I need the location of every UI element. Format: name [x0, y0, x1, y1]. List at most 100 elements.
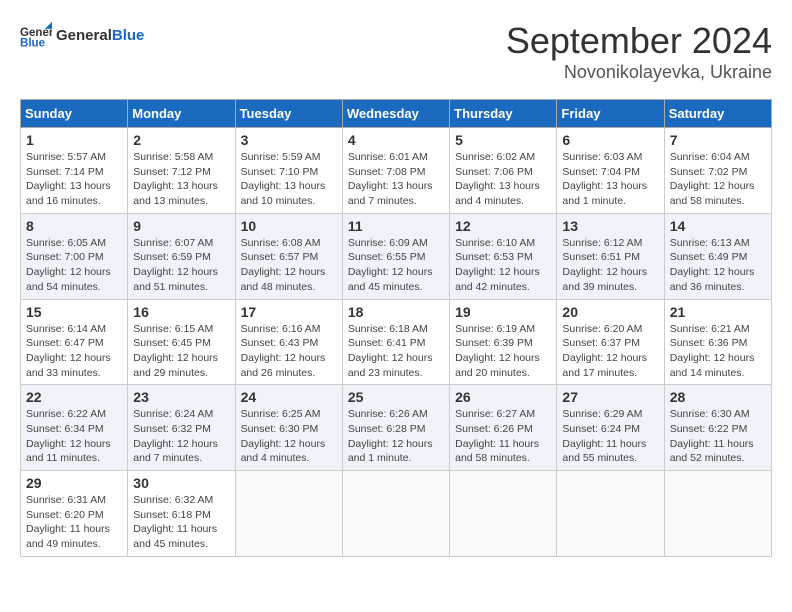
day-info: Sunrise: 6:13 AMSunset: 6:49 PMDaylight:…	[670, 236, 766, 295]
calendar-cell: 1Sunrise: 5:57 AMSunset: 7:14 PMDaylight…	[21, 128, 128, 214]
calendar-cell: 23 Sunrise: 6:24 AMSunset: 6:32 PMDayligh…	[128, 385, 235, 471]
calendar-cell: 30 Sunrise: 6:32 AMSunset: 6:18 PMDayligh…	[128, 471, 235, 557]
day-number: 7	[670, 132, 766, 148]
day-info: Sunrise: 6:09 AMSunset: 6:55 PMDaylight:…	[348, 236, 444, 295]
day-number: 15	[26, 304, 122, 320]
day-number: 25	[348, 389, 444, 405]
calendar-cell: 14Sunrise: 6:13 AMSunset: 6:49 PMDayligh…	[664, 213, 771, 299]
day-number: 18	[348, 304, 444, 320]
calendar-cell: 25 Sunrise: 6:26 AMSunset: 6:28 PMDayligh…	[342, 385, 449, 471]
calendar-cell: 5 Sunrise: 6:02 AMSunset: 7:06 PMDaylight…	[450, 128, 557, 214]
day-number: 19	[455, 304, 551, 320]
day-number: 26	[455, 389, 551, 405]
calendar-cell: 16Sunrise: 6:15 AMSunset: 6:45 PMDayligh…	[128, 299, 235, 385]
weekday-header: Tuesday	[235, 100, 342, 128]
day-info: Sunrise: 6:30 AMSunset: 6:22 PMDaylight:…	[670, 407, 766, 466]
calendar-cell: 11 Sunrise: 6:09 AMSunset: 6:55 PMDayligh…	[342, 213, 449, 299]
calendar-cell: 2 Sunrise: 5:58 AMSunset: 7:12 PMDaylight…	[128, 128, 235, 214]
day-number: 11	[348, 218, 444, 234]
month-title: September 2024	[506, 20, 772, 62]
calendar-cell: 29 Sunrise: 6:31 AMSunset: 6:20 PMDayligh…	[21, 471, 128, 557]
day-info: Sunrise: 6:20 AMSunset: 6:37 PMDaylight:…	[562, 322, 658, 381]
day-number: 3	[241, 132, 337, 148]
weekday-header: Saturday	[664, 100, 771, 128]
day-info: Sunrise: 6:18 AMSunset: 6:41 PMDaylight:…	[348, 322, 444, 381]
calendar-cell: 13 Sunrise: 6:12 AMSunset: 6:51 PMDayligh…	[557, 213, 664, 299]
title-block: September 2024 Novonikolayevka, Ukraine	[506, 20, 772, 83]
calendar-cell: 6 Sunrise: 6:03 AMSunset: 7:04 PMDaylight…	[557, 128, 664, 214]
location-title: Novonikolayevka, Ukraine	[506, 62, 772, 83]
day-info: Sunrise: 6:05 AMSunset: 7:00 PMDaylight:…	[26, 236, 122, 295]
calendar-cell: 15 Sunrise: 6:14 AMSunset: 6:47 PMDayligh…	[21, 299, 128, 385]
day-info: Sunrise: 5:59 AMSunset: 7:10 PMDaylight:…	[241, 150, 337, 209]
logo-icon: General Blue	[20, 20, 52, 52]
svg-text:Blue: Blue	[20, 38, 46, 50]
calendar-week-row: 1Sunrise: 5:57 AMSunset: 7:14 PMDaylight…	[21, 128, 772, 214]
calendar-table: SundayMondayTuesdayWednesdayThursdayFrid…	[20, 99, 772, 557]
calendar-cell: 20 Sunrise: 6:20 AMSunset: 6:37 PMDayligh…	[557, 299, 664, 385]
weekday-header-row: SundayMondayTuesdayWednesdayThursdayFrid…	[21, 100, 772, 128]
day-number: 23	[133, 389, 229, 405]
day-info: Sunrise: 5:58 AMSunset: 7:12 PMDaylight:…	[133, 150, 229, 209]
day-info: Sunrise: 6:29 AMSunset: 6:24 PMDaylight:…	[562, 407, 658, 466]
day-info: Sunrise: 6:19 AMSunset: 6:39 PMDaylight:…	[455, 322, 551, 381]
calendar-cell	[557, 471, 664, 557]
weekday-header: Monday	[128, 100, 235, 128]
calendar-cell	[450, 471, 557, 557]
day-info: Sunrise: 6:15 AMSunset: 6:45 PMDaylight:…	[133, 322, 229, 381]
day-info: Sunrise: 6:04 AMSunset: 7:02 PMDaylight:…	[670, 150, 766, 209]
day-info: Sunrise: 6:32 AMSunset: 6:18 PMDaylight:…	[133, 493, 229, 552]
calendar-cell: 7 Sunrise: 6:04 AMSunset: 7:02 PMDaylight…	[664, 128, 771, 214]
page-header: General Blue GeneralBlue September 2024 …	[20, 20, 772, 83]
day-number: 4	[348, 132, 444, 148]
day-info: Sunrise: 6:01 AMSunset: 7:08 PMDaylight:…	[348, 150, 444, 209]
weekday-header: Friday	[557, 100, 664, 128]
day-number: 28	[670, 389, 766, 405]
calendar-cell: 12Sunrise: 6:10 AMSunset: 6:53 PMDayligh…	[450, 213, 557, 299]
day-info: Sunrise: 6:16 AMSunset: 6:43 PMDaylight:…	[241, 322, 337, 381]
day-info: Sunrise: 6:14 AMSunset: 6:47 PMDaylight:…	[26, 322, 122, 381]
calendar-cell: 27 Sunrise: 6:29 AMSunset: 6:24 PMDayligh…	[557, 385, 664, 471]
calendar-cell: 10Sunrise: 6:08 AMSunset: 6:57 PMDayligh…	[235, 213, 342, 299]
day-info: Sunrise: 6:08 AMSunset: 6:57 PMDaylight:…	[241, 236, 337, 295]
day-number: 17	[241, 304, 337, 320]
day-number: 27	[562, 389, 658, 405]
day-info: Sunrise: 6:24 AMSunset: 6:32 PMDaylight:…	[133, 407, 229, 466]
day-number: 9	[133, 218, 229, 234]
day-number: 1	[26, 132, 122, 148]
day-info: Sunrise: 6:07 AMSunset: 6:59 PMDaylight:…	[133, 236, 229, 295]
day-number: 6	[562, 132, 658, 148]
calendar-week-row: 8Sunrise: 6:05 AMSunset: 7:00 PMDaylight…	[21, 213, 772, 299]
day-number: 13	[562, 218, 658, 234]
calendar-cell: 4 Sunrise: 6:01 AMSunset: 7:08 PMDaylight…	[342, 128, 449, 214]
logo: General Blue GeneralBlue	[20, 20, 144, 52]
calendar-cell	[664, 471, 771, 557]
day-info: Sunrise: 6:12 AMSunset: 6:51 PMDaylight:…	[562, 236, 658, 295]
weekday-header: Wednesday	[342, 100, 449, 128]
day-number: 5	[455, 132, 551, 148]
day-info: Sunrise: 6:02 AMSunset: 7:06 PMDaylight:…	[455, 150, 551, 209]
calendar-cell: 21 Sunrise: 6:21 AMSunset: 6:36 PMDayligh…	[664, 299, 771, 385]
day-info: Sunrise: 6:26 AMSunset: 6:28 PMDaylight:…	[348, 407, 444, 466]
weekday-header: Sunday	[21, 100, 128, 128]
calendar-cell: 19 Sunrise: 6:19 AMSunset: 6:39 PMDayligh…	[450, 299, 557, 385]
day-number: 20	[562, 304, 658, 320]
day-number: 30	[133, 475, 229, 491]
day-info: Sunrise: 6:31 AMSunset: 6:20 PMDaylight:…	[26, 493, 122, 552]
calendar-cell: 26Sunrise: 6:27 AMSunset: 6:26 PMDayligh…	[450, 385, 557, 471]
day-number: 12	[455, 218, 551, 234]
calendar-cell	[342, 471, 449, 557]
calendar-week-row: 29 Sunrise: 6:31 AMSunset: 6:20 PMDayligh…	[21, 471, 772, 557]
calendar-cell	[235, 471, 342, 557]
day-info: Sunrise: 6:21 AMSunset: 6:36 PMDaylight:…	[670, 322, 766, 381]
day-info: Sunrise: 6:03 AMSunset: 7:04 PMDaylight:…	[562, 150, 658, 209]
day-number: 21	[670, 304, 766, 320]
day-number: 2	[133, 132, 229, 148]
day-number: 29	[26, 475, 122, 491]
calendar-cell: 3 Sunrise: 5:59 AMSunset: 7:10 PMDaylight…	[235, 128, 342, 214]
calendar-week-row: 22Sunrise: 6:22 AMSunset: 6:34 PMDayligh…	[21, 385, 772, 471]
calendar-cell: 22Sunrise: 6:22 AMSunset: 6:34 PMDayligh…	[21, 385, 128, 471]
calendar-week-row: 15 Sunrise: 6:14 AMSunset: 6:47 PMDayligh…	[21, 299, 772, 385]
day-number: 24	[241, 389, 337, 405]
calendar-cell: 28 Sunrise: 6:30 AMSunset: 6:22 PMDayligh…	[664, 385, 771, 471]
